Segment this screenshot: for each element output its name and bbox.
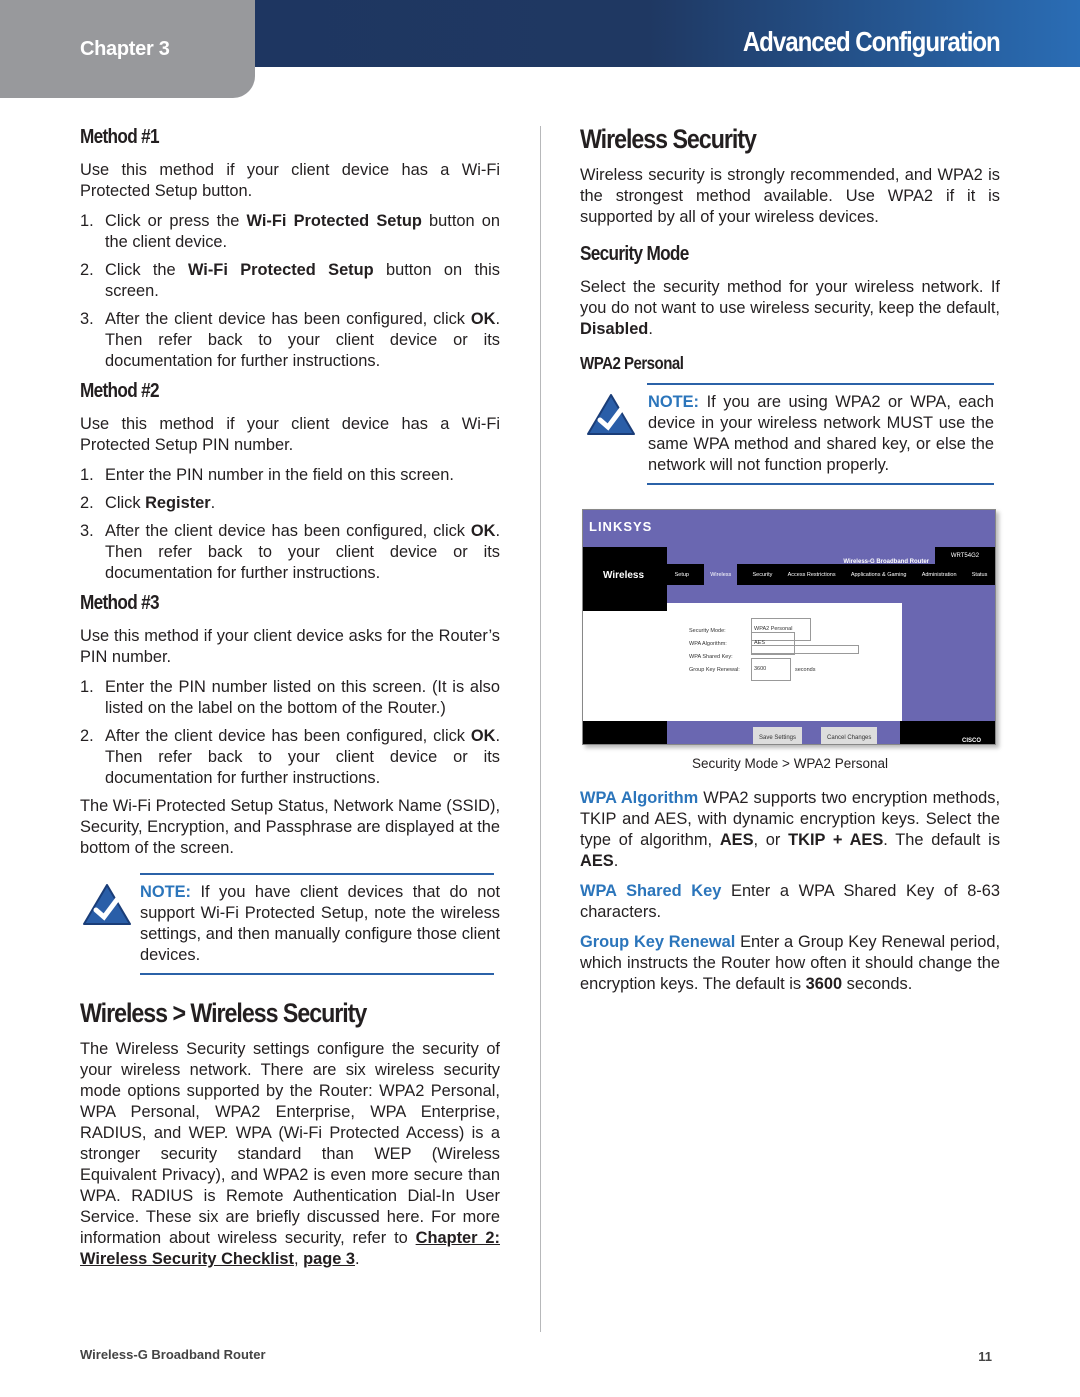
method3-heading: Method #3 (80, 592, 160, 614)
cisco-logo: CISCO (961, 738, 981, 744)
router-tab: Administration (921, 571, 957, 578)
method2-heading: Method #2 (80, 380, 160, 402)
method3-outro: The Wi-Fi Protected Setup Status, Networ… (80, 797, 500, 857)
cancel-changes-button: Cancel Changes (821, 727, 878, 744)
checkmark-icon (83, 884, 131, 925)
group-key-renewal-text: Group Key Renewal Enter a Group Key Rene… (580, 933, 1001, 993)
method1-intro: Use this method if your client device ha… (80, 161, 500, 200)
figure-caption: Security Mode > WPA2 Personal (692, 756, 888, 771)
note-box: NOTE: If you are using WPA2 or WPA, each… (580, 383, 1000, 485)
method2-intro: Use this method if your client device ha… (80, 415, 500, 454)
section-intro: Wireless security is strongly recommende… (580, 166, 1000, 226)
header-title: Advanced Configuration (743, 26, 1001, 57)
router-tab: Status (971, 571, 988, 578)
list-item: 1. Enter the PIN number in the field on t… (80, 466, 454, 484)
list-item: 3. After the client device has been confi… (80, 522, 500, 582)
save-settings-button: Save Settings (753, 727, 803, 744)
chapter-label: Chapter 3 (80, 38, 170, 60)
wireless-security-body: The Wireless Security settings configure… (80, 1040, 500, 1268)
list-item: 1. Enter the PIN number listed on this sc… (80, 678, 500, 717)
linksys-logo: LINKSYS (589, 519, 653, 534)
list-item: 2. Click the Wi-Fi Protected Setup button… (80, 261, 500, 300)
wpa-algorithm-text: WPA Algorithm WPA2 supports two encrypti… (580, 789, 1001, 870)
router-screenshot: LINKSYS Wireless Wireless-G Broadband Ro… (582, 509, 996, 745)
list-item: 3. After the client device has been confi… (80, 310, 500, 370)
page-number: 11 (978, 1349, 992, 1364)
section-heading: Wireless Security (580, 124, 757, 154)
wpa2-heading: WPA2 Personal (580, 353, 684, 373)
note-box: NOTE: If you have client devices that do… (80, 873, 500, 975)
right-column: Wireless Security Wireless security is s… (580, 124, 1001, 1004)
security-mode-text: Select the security method for your wire… (580, 278, 1000, 338)
checkmark-icon (587, 394, 635, 435)
router-tab: Access Restrictions (787, 571, 836, 578)
list-item: 1. Click or press the Wi-Fi Protected Set… (80, 212, 500, 251)
column-divider (540, 126, 541, 1332)
page3-link[interactable]: page 3 (303, 1250, 355, 1268)
list-item: 2. Click Register. (80, 494, 216, 512)
router-tab: Applications & Gaming (850, 571, 907, 578)
left-column: Method #1 Use this method if your client… (80, 125, 500, 1279)
footer-product: Wireless-G Broadband Router (80, 1347, 266, 1362)
wpa-shared-key-text: WPA Shared Key Enter a WPA Shared Key of… (580, 882, 1000, 921)
method3-intro: Use this method if your client device as… (80, 627, 500, 666)
router-tab: Setup (674, 571, 689, 578)
wireless-security-heading: Wireless > Wireless Security (80, 998, 367, 1028)
list-item: 2. After the client device has been confi… (80, 727, 500, 787)
chapter-tab: Chapter 3 (0, 0, 255, 98)
security-mode-heading: Security Mode (580, 243, 689, 265)
router-tab: Security (752, 571, 773, 578)
method1-heading: Method #1 (80, 126, 160, 148)
